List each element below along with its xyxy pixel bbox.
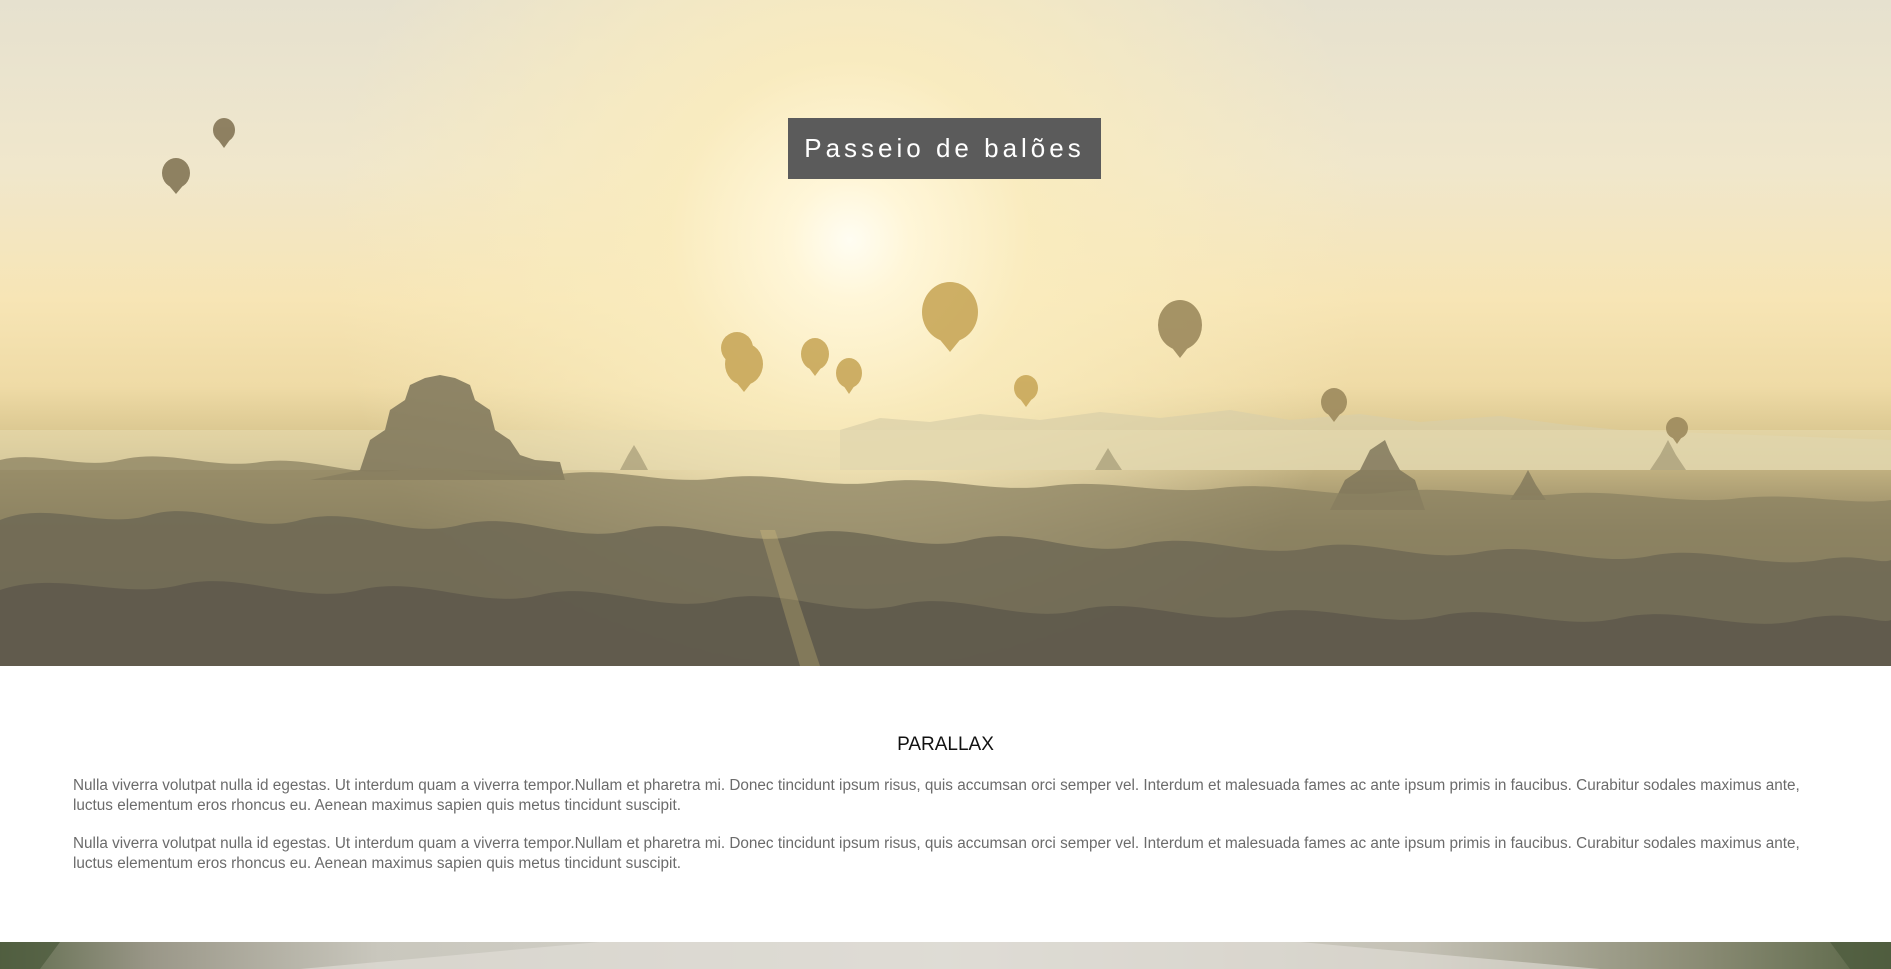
section-heading: PARALLAX <box>897 734 994 755</box>
road-image-graphic <box>0 942 1891 969</box>
road-landscape-image <box>0 942 1891 969</box>
section-paragraph-2: Nulla viverra volutpat nulla id egestas.… <box>73 835 1800 872</box>
parallax-section: PARALLAX Nulla viverra volutpat nulla id… <box>0 666 1891 942</box>
hero-banner: Passeio de balões <box>0 0 1891 666</box>
section-paragraph-1: Nulla viverra volutpat nulla id egestas.… <box>73 777 1800 814</box>
hero-title: Passeio de balões <box>788 118 1101 179</box>
hot-air-balloons-landscape-image <box>0 118 1891 666</box>
